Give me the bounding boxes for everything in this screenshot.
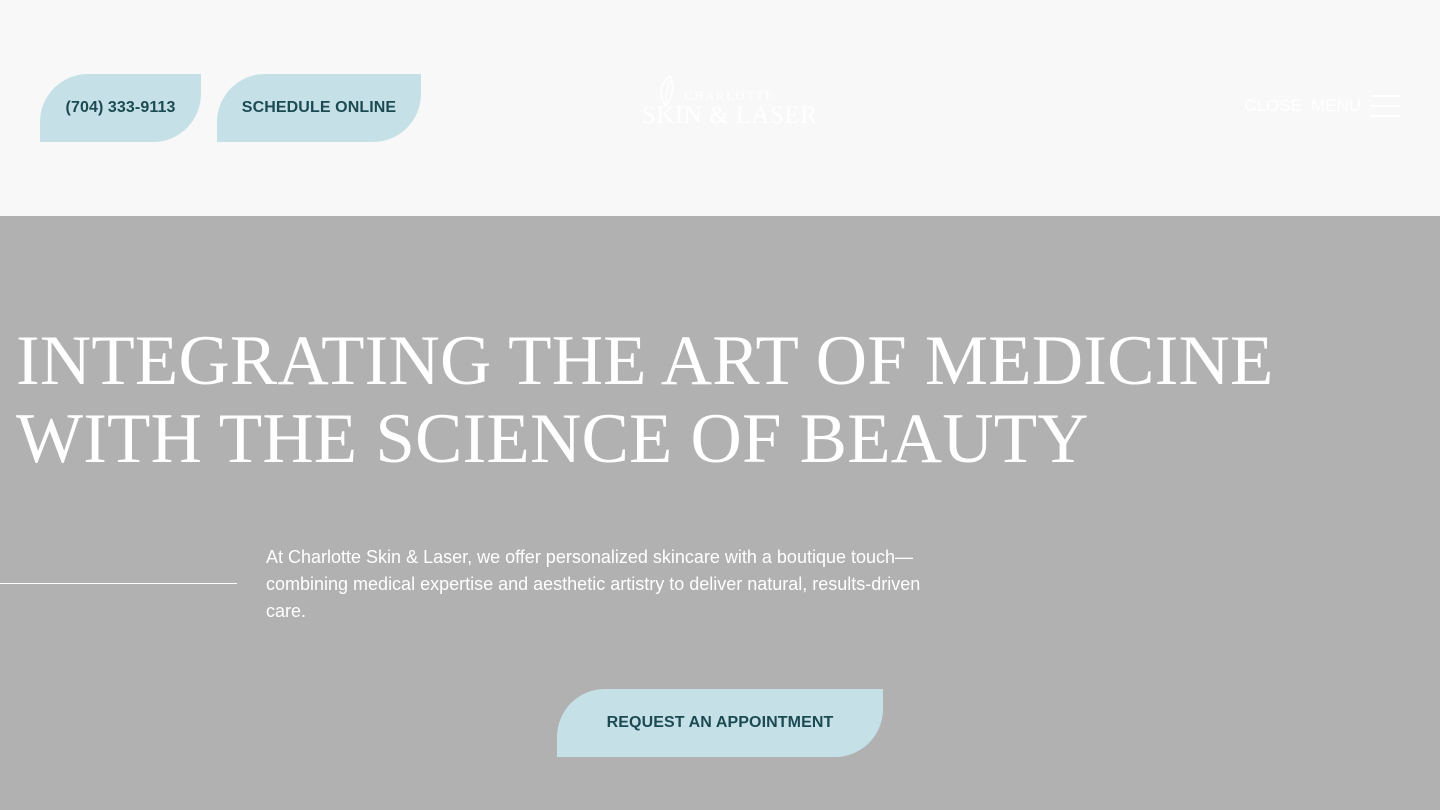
hero-title-line-1: INTEGRATING THE ART OF MEDICINE [16,322,1274,400]
hero-section: INTEGRATING THE ART OF MEDICINE WITH THE… [0,216,1440,810]
phone-button[interactable]: (704) 333-9113 [40,74,201,142]
menu-controls: CLOSE MENU [1244,95,1400,117]
site-logo[interactable]: CHARLOTTE SKIN & LASER [640,72,817,132]
schedule-online-button[interactable]: SCHEDULE ONLINE [217,74,421,142]
hero-divider [0,583,237,584]
close-menu-button[interactable]: CLOSE [1244,96,1302,116]
hero-description: At Charlotte Skin & Laser, we offer pers… [266,547,921,621]
request-appointment-button[interactable]: REQUEST AN APPOINTMENT [557,689,883,757]
logo-bottom-text: SKIN & LASER [642,102,818,129]
hero-title: INTEGRATING THE ART OF MEDICINE WITH THE… [16,322,1416,478]
hamburger-icon[interactable] [1370,95,1400,117]
page: (704) 333-9113 SCHEDULE ONLINE CHARLOTTE… [0,0,1440,810]
site-header: (704) 333-9113 SCHEDULE ONLINE CHARLOTTE… [0,0,1440,216]
hero-title-line-2: WITH THE SCIENCE OF BEAUTY [16,400,1089,478]
menu-button[interactable]: MENU [1311,96,1361,116]
